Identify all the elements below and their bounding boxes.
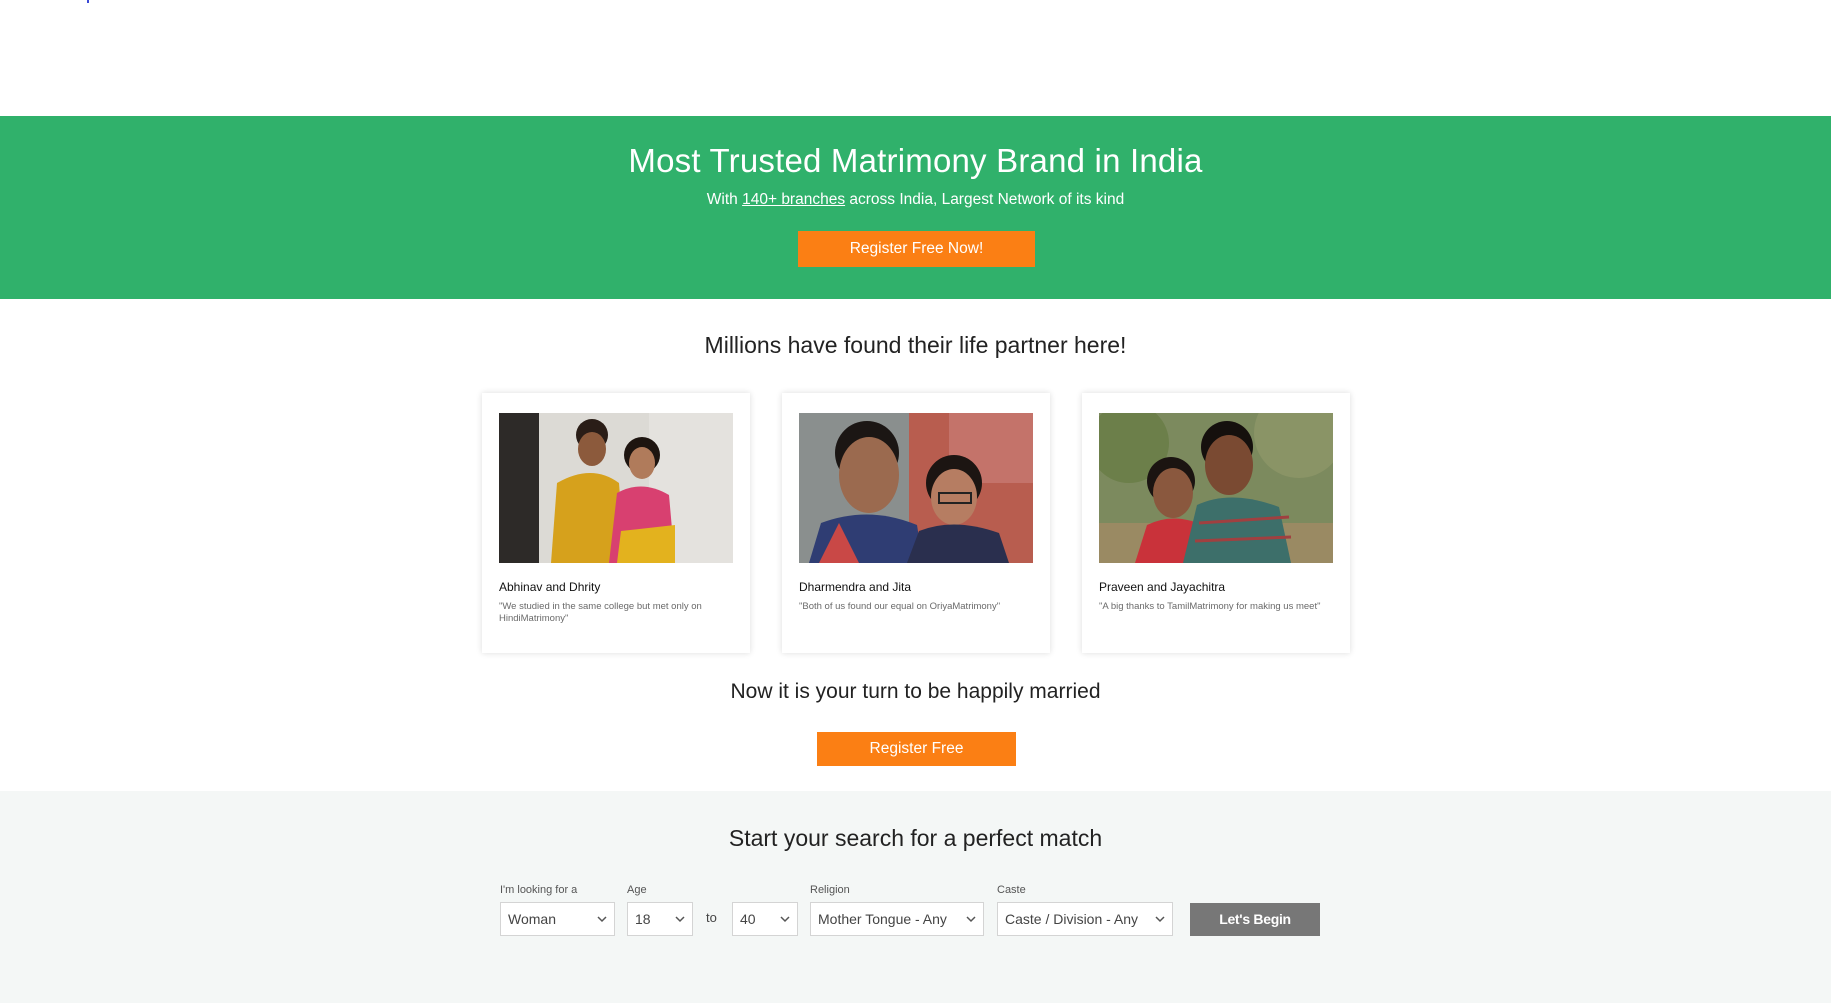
story-names: Dharmendra and Jita — [799, 580, 912, 594]
turn-heading: Now it is your turn to be happily marrie… — [730, 680, 1101, 703]
search-heading: Start your search for a perfect match — [728, 825, 1103, 851]
caste-label: Caste — [997, 884, 1026, 896]
caste-select[interactable]: Caste / Division - Any — [997, 902, 1173, 936]
religion-value: Mother Tongue - Any — [818, 911, 947, 927]
age-to-value: 40 — [740, 911, 756, 927]
hero-subtitle-suffix: across India, Largest Network of its kin… — [845, 191, 1125, 208]
register-free-now-button[interactable]: Register Free Now! — [798, 231, 1035, 267]
hero-title: Most Trusted Matrimony Brand in India — [628, 142, 1203, 179]
top-link-fragment — [87, 0, 89, 3]
age-to-word: to — [706, 910, 717, 925]
looking-for-select[interactable]: Woman — [500, 902, 615, 936]
religion-label: Religion — [810, 884, 850, 896]
lets-begin-button[interactable]: Let's Begin — [1190, 903, 1320, 936]
story-quote: "A big thanks to TamilMatrimony for maki… — [1099, 601, 1321, 612]
age-label: Age — [627, 884, 647, 896]
hero-banner: Most Trusted Matrimony Brand in India Wi… — [0, 116, 1831, 299]
chevron-down-icon — [1155, 916, 1165, 923]
looking-for-label: I'm looking for a — [500, 884, 578, 896]
chevron-down-icon — [780, 916, 790, 923]
hero-subtitle: With 140+ branches across India, Largest… — [0, 191, 1831, 209]
age-from-select[interactable]: 18 — [627, 902, 693, 936]
story-names: Praveen and Jayachitra — [1099, 580, 1226, 594]
looking-for-value: Woman — [508, 911, 556, 927]
success-story-card[interactable]: Abhinav and Dhrity "We studied in the sa… — [482, 393, 750, 653]
story-quote: "We studied in the same college but met … — [499, 601, 702, 624]
success-story-card[interactable]: Praveen and Jayachitra "A big thanks to … — [1082, 393, 1350, 653]
success-story-card[interactable]: Dharmendra and Jita "Both of us found ou… — [782, 393, 1050, 653]
story-names: Abhinav and Dhrity — [499, 580, 601, 594]
caste-value: Caste / Division - Any — [1005, 911, 1139, 927]
religion-select[interactable]: Mother Tongue - Any — [810, 902, 984, 936]
age-from-value: 18 — [635, 911, 651, 927]
chevron-down-icon — [675, 916, 685, 923]
couple-photo — [799, 413, 1033, 563]
hero-subtitle-prefix: With — [706, 191, 743, 208]
branches-link[interactable]: 140+ branches — [742, 191, 845, 208]
age-to-select[interactable]: 40 — [732, 902, 798, 936]
couple-photo — [499, 413, 733, 563]
chevron-down-icon — [966, 916, 976, 923]
register-free-button[interactable]: Register Free — [817, 732, 1016, 766]
chevron-down-icon — [597, 916, 607, 923]
search-section: Start your search for a perfect match I'… — [0, 791, 1831, 1003]
stories-heading: Millions have found their life partner h… — [704, 332, 1127, 358]
story-quote: "Both of us found our equal on OriyaMatr… — [799, 601, 1001, 612]
couple-photo — [1099, 413, 1333, 563]
